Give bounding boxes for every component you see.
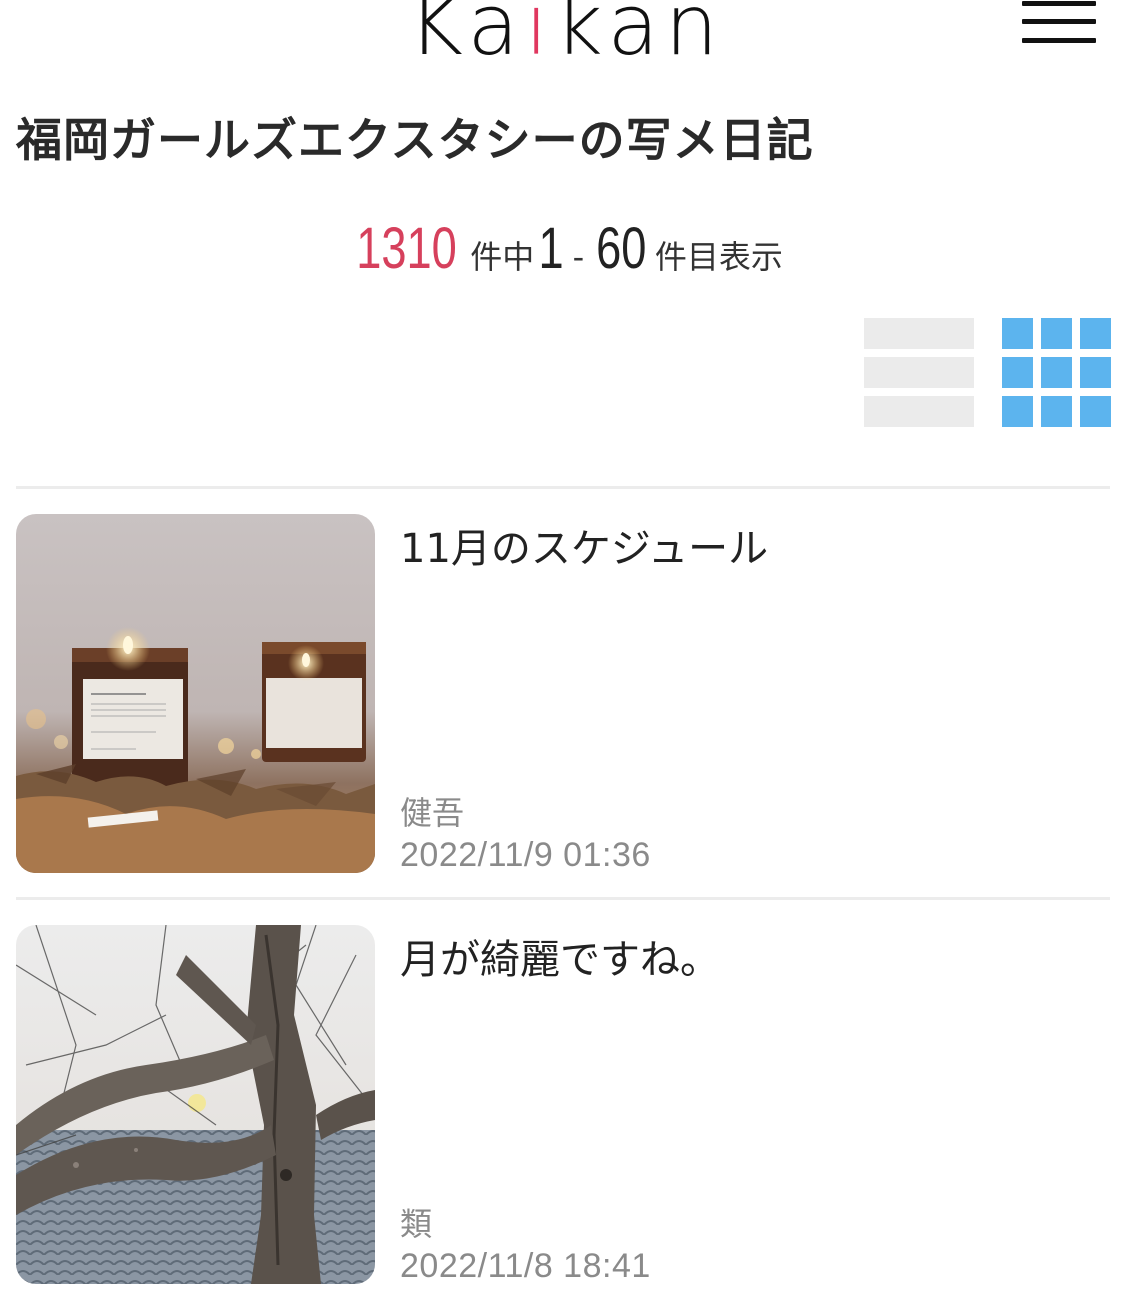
list-view-icon[interactable] xyxy=(864,318,974,428)
hamburger-menu-icon[interactable] xyxy=(1022,0,1096,46)
post-author: 類 xyxy=(400,1205,433,1243)
range-separator: - xyxy=(572,238,585,276)
range-to: 60 xyxy=(596,216,647,281)
divider xyxy=(16,897,1110,900)
kaikan-logo[interactable]: Kaikan xyxy=(396,0,736,73)
site-header: Kaikan xyxy=(0,0,1125,80)
grid-view-icon[interactable] xyxy=(1002,318,1112,428)
post-author: 健吾 xyxy=(400,794,465,832)
result-count: 1310 件中 1 - 60 件目表示 xyxy=(0,215,1125,282)
post-title[interactable]: 月が綺麗ですね。 xyxy=(400,927,720,985)
diary-post[interactable]: 月が綺麗ですね。 類 2022/11/8 18:41 xyxy=(16,925,1110,1285)
range-suffix: 件目表示 xyxy=(654,238,783,276)
range-from: 1 xyxy=(538,216,565,281)
post-date: 2022/11/8 18:41 xyxy=(400,1247,651,1285)
post-date: 2022/11/9 01:36 xyxy=(400,836,651,874)
tree-moon-photo[interactable] xyxy=(16,925,375,1284)
candles-photo[interactable] xyxy=(16,514,375,873)
diary-post[interactable]: 11月のスケジュール 健吾 2022/11/9 01:36 xyxy=(16,514,1110,874)
page-title: 福岡ガールズエクスタシーの写メ日記 xyxy=(16,113,814,167)
view-toggle xyxy=(864,318,1112,430)
post-title[interactable]: 11月のスケジュール xyxy=(400,516,768,574)
total-count-suffix: 件中 xyxy=(470,238,535,276)
divider xyxy=(16,486,1110,489)
total-count: 1310 xyxy=(356,216,457,281)
